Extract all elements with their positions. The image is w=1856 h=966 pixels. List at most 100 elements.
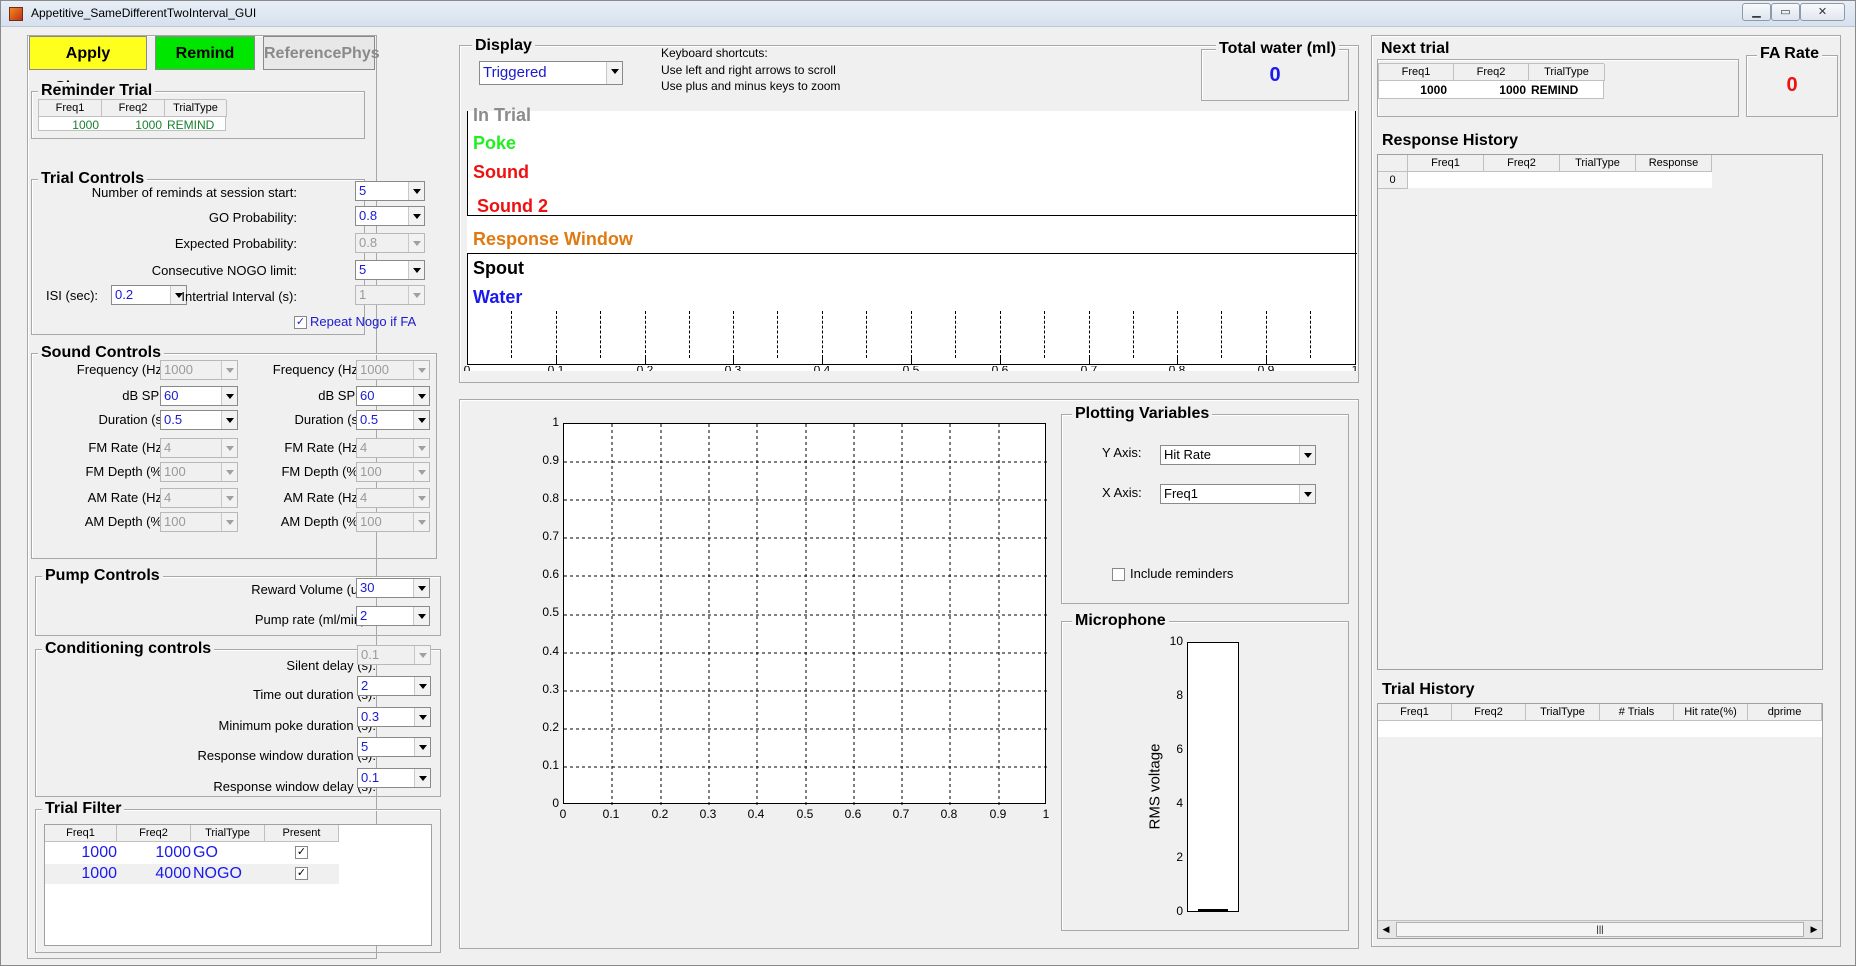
- shortcut-line: Keyboard shortcuts:: [661, 46, 768, 60]
- performance-plot: [563, 423, 1047, 805]
- panel-title: Conditioning controls: [42, 640, 215, 658]
- nogo-limit-dropdown[interactable]: 5: [355, 260, 425, 280]
- y-tick-label: 0.9: [542, 453, 559, 467]
- rms-tick-label: 0: [1176, 904, 1183, 918]
- sound-param-dropdown[interactable]: 60: [356, 386, 430, 406]
- chevron-down-icon: [413, 489, 429, 507]
- num-reminds-dropdown[interactable]: 5: [355, 181, 425, 201]
- chevron-down-icon: [221, 361, 237, 379]
- sound-param-dropdown[interactable]: 4: [356, 488, 430, 508]
- chevron-down-icon: [221, 463, 237, 481]
- sound-param-dropdown[interactable]: 0.5: [356, 410, 430, 430]
- x-tick-label: 1: [1042, 807, 1050, 821]
- num-reminds-label: Number of reminds at session start:: [91, 185, 297, 200]
- axis-tick-label: 0.1: [541, 366, 571, 371]
- minimize-button[interactable]: ▁: [1742, 3, 1771, 21]
- trial-filter-panel: Trial Filter Freq1 Freq2 TrialType Prese…: [35, 800, 441, 953]
- chevron-down-icon: [221, 387, 237, 405]
- col-header: Freq2: [102, 100, 165, 117]
- sound-param-dropdown[interactable]: 4: [160, 488, 238, 508]
- apply-changes-button[interactable]: Apply Changes: [29, 36, 147, 96]
- sound-param-dropdown[interactable]: 100: [356, 512, 430, 532]
- chevron-down-icon: [413, 607, 429, 625]
- present-checkbox[interactable]: ✓: [295, 846, 308, 859]
- chevron-down-icon: [413, 579, 429, 597]
- chevron-down-icon: [221, 439, 237, 457]
- pump-rate-dropdown[interactable]: 2: [356, 606, 430, 626]
- resp-delay-dropdown[interactable]: 0.1: [357, 768, 431, 788]
- x-tick-label: 0.7: [892, 807, 910, 821]
- present-checkbox[interactable]: ✓: [295, 867, 308, 880]
- scroll-left-icon[interactable]: ◀: [1378, 921, 1394, 938]
- dropdown-value: 2: [360, 608, 368, 623]
- min-poke-dropdown[interactable]: 0.3: [357, 707, 431, 727]
- chevron-down-icon: [413, 411, 429, 429]
- silent-delay-dropdown[interactable]: 0.1: [357, 645, 431, 665]
- axis-tick-label: 0.4: [807, 366, 837, 371]
- expected-prob-dropdown[interactable]: 0.8: [355, 233, 425, 253]
- isi-dropdown[interactable]: 0.2: [111, 285, 187, 305]
- table-row: [1408, 172, 1712, 188]
- table-cell: GO: [193, 844, 218, 861]
- axis-tick: [1089, 358, 1090, 365]
- panel-title: Sound Controls: [38, 344, 164, 362]
- chevron-down-icon: [221, 411, 237, 429]
- event-label: Sound: [473, 162, 529, 182]
- dropdown-value: 1000: [164, 362, 193, 377]
- dropdown-value: 100: [164, 514, 186, 529]
- sound-param-dropdown[interactable]: 100: [356, 462, 430, 482]
- rms-tick-label: 10: [1169, 634, 1183, 648]
- maximize-button[interactable]: ▭: [1771, 3, 1800, 21]
- axis-tick: [822, 358, 823, 365]
- sound-param-dropdown[interactable]: 4: [356, 438, 430, 458]
- sound-param-dropdown[interactable]: 1000: [356, 360, 430, 380]
- sound-param-label: AM Depth (%):: [84, 514, 170, 529]
- sound-param-dropdown[interactable]: 100: [160, 512, 238, 532]
- chevron-down-icon: [413, 387, 429, 405]
- resp-dur-dropdown[interactable]: 5: [357, 737, 431, 757]
- x-tick-label: 0.2: [651, 807, 669, 821]
- col-header: TrialType: [165, 100, 227, 117]
- sound-param-dropdown[interactable]: 100: [160, 462, 238, 482]
- sound-param-dropdown[interactable]: 1000: [160, 360, 238, 380]
- reference-phys-button[interactable]: ReferencePhys: [263, 36, 380, 70]
- col-header: Freq2: [1452, 704, 1526, 721]
- repeat-nogo-checkbox[interactable]: ✓: [294, 316, 307, 329]
- grid-line: [689, 311, 690, 358]
- conditioning-panel: Conditioning controls Silent delay (s): …: [35, 640, 441, 797]
- axis-tick-label: 0.8: [1162, 366, 1192, 371]
- title-bar: Appetitive_SameDifferentTwoInterval_GUI …: [1, 1, 1855, 27]
- sound-param-dropdown[interactable]: 0.5: [160, 410, 238, 430]
- remind-button[interactable]: Remind: [155, 36, 255, 70]
- dropdown-value: 4: [164, 440, 172, 455]
- scroll-thumb[interactable]: |||: [1396, 922, 1804, 937]
- pump-controls-panel: Pump Controls Reward Volume (ul): 30 Pum…: [35, 567, 441, 636]
- axis-tick-label: 0.9: [1251, 366, 1281, 371]
- table-cell: 1000: [155, 844, 191, 861]
- sound-param-label: FM Depth (%):: [85, 464, 170, 479]
- dropdown-value: 5: [359, 262, 367, 277]
- iti-dropdown[interactable]: 1: [355, 285, 425, 305]
- horizontal-scrollbar[interactable]: ◀ ||| ▶: [1378, 920, 1822, 938]
- matlab-icon: [9, 7, 23, 21]
- x-tick-label: 0.3: [699, 807, 717, 821]
- panel-title: Reminder Trial: [38, 82, 156, 100]
- next-trial-panel: Next trial Freq1 Freq2 TrialType 1000 10…: [1377, 40, 1739, 117]
- go-prob-dropdown[interactable]: 0.8: [355, 206, 425, 226]
- table-row: [1378, 721, 1822, 737]
- include-reminders-checkbox[interactable]: [1112, 568, 1125, 581]
- dropdown-value: 60: [164, 388, 179, 403]
- timeout-dropdown[interactable]: 2: [357, 676, 431, 696]
- sound-param-dropdown[interactable]: 60: [160, 386, 238, 406]
- fa-rate-panel: FA Rate 0: [1746, 45, 1838, 117]
- dropdown-value: 30: [360, 580, 375, 595]
- reward-volume-dropdown[interactable]: 30: [356, 578, 430, 598]
- scroll-right-icon[interactable]: ▶: [1806, 921, 1822, 938]
- sound-param-dropdown[interactable]: 4: [160, 438, 238, 458]
- display-mode-dropdown[interactable]: Triggered: [479, 61, 623, 85]
- close-button[interactable]: ✕: [1800, 3, 1845, 21]
- y-axis-dropdown[interactable]: Hit Rate: [1160, 445, 1316, 465]
- dropdown-value: 5: [359, 183, 367, 198]
- col-header: TrialType: [191, 825, 265, 842]
- x-axis-dropdown[interactable]: Freq1: [1160, 484, 1316, 504]
